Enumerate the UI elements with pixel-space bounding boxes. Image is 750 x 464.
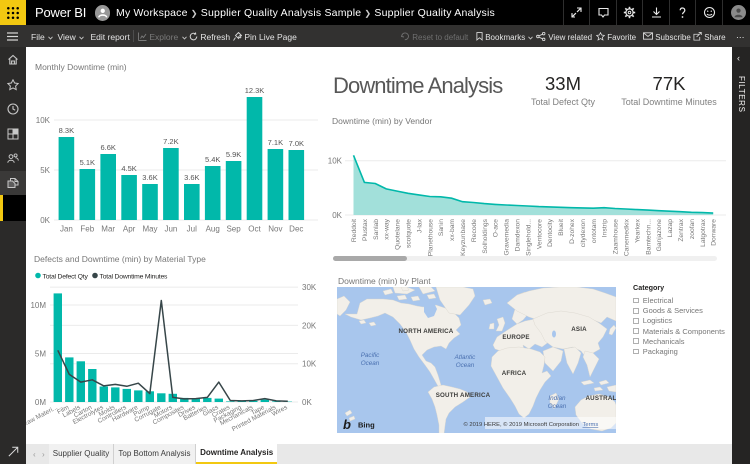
svg-text:10K: 10K (36, 116, 51, 125)
svg-text:SOUTH AMERICA: SOUTH AMERICA (436, 392, 491, 399)
svg-text:10K: 10K (328, 157, 343, 166)
svg-text:b: b (343, 417, 351, 432)
svg-text:Donware: Donware (711, 219, 718, 246)
svg-text:Raw Materi...: Raw Materi... (22, 404, 59, 428)
svg-text:Monthly Downtime (min): Monthly Downtime (min) (35, 62, 127, 72)
svg-text:Plustax: Plustax (362, 218, 369, 241)
svg-text:Quotelane: Quotelane (395, 219, 402, 250)
svg-text:4.5K: 4.5K (121, 164, 136, 173)
svg-text:Pacific: Pacific (361, 352, 380, 359)
svg-text:3.6K: 3.6K (142, 173, 157, 182)
svg-text:12.3K: 12.3K (245, 86, 265, 95)
svg-text:Sep: Sep (226, 225, 241, 234)
svg-text:Singlehold...: Singlehold... (525, 219, 532, 256)
svg-text:7.2K: 7.2K (163, 137, 178, 146)
svg-text:Reddoit: Reddoit (351, 219, 358, 242)
svg-text:Lazap: Lazap (667, 219, 674, 238)
svg-text:Blueit: Blueit (558, 219, 565, 236)
svg-text:6.6K: 6.6K (100, 143, 115, 152)
svg-text:Atlantic: Atlantic (454, 354, 477, 361)
svg-text:AUSTRAL: AUSTRAL (586, 395, 617, 402)
svg-text:Mar: Mar (101, 225, 115, 234)
svg-text:Planethouse: Planethouse (427, 219, 434, 256)
svg-text:Feb: Feb (80, 225, 94, 234)
svg-text:citydexon: citydexon (580, 219, 587, 248)
svg-text:5.1K: 5.1K (80, 158, 95, 167)
svg-text:Total Defect Qty: Total Defect Qty (43, 274, 89, 281)
svg-text:Ocean: Ocean (548, 403, 567, 410)
svg-text:10M: 10M (30, 301, 46, 310)
svg-text:Canemedkix: Canemedkix (624, 218, 631, 256)
svg-text:8.3K: 8.3K (59, 126, 74, 135)
svg-text:Ganjazone: Ganjazone (656, 219, 663, 252)
svg-text:May: May (142, 225, 157, 234)
svg-text:5M: 5M (35, 350, 46, 359)
svg-text:Aug: Aug (206, 225, 220, 234)
svg-text:xx-bam: xx-bam (449, 219, 456, 241)
svg-text:Instrip: Instrip (602, 219, 609, 237)
svg-text:Sanin: Sanin (438, 219, 445, 236)
svg-text:Keyzunbase: Keyzunbase (460, 219, 467, 256)
svg-text:zoofan: zoofan (689, 219, 696, 239)
svg-text:Dentocity: Dentocity (547, 218, 554, 247)
svg-text:Apr: Apr (123, 225, 136, 234)
svg-text:10K: 10K (302, 360, 317, 369)
svg-text:© 2019 HERE, © 2019 Microsoft: © 2019 HERE, © 2019 Microsoft Corporatio… (463, 421, 579, 428)
svg-text:5.9K: 5.9K (226, 150, 241, 159)
svg-text:7.0K: 7.0K (289, 139, 304, 148)
svg-text:ASIA: ASIA (571, 326, 587, 333)
svg-text:Jul: Jul (187, 225, 197, 234)
svg-text:Indian: Indian (548, 395, 566, 402)
svg-text:Downtime (min) by Plant: Downtime (min) by Plant (338, 276, 431, 286)
svg-text:0K: 0K (40, 216, 50, 225)
svg-text:5K: 5K (40, 166, 50, 175)
svg-text:7.1K: 7.1K (268, 138, 283, 147)
svg-text:xx-way: xx-way (384, 218, 391, 239)
svg-text:Downtime (min) by Vendor: Downtime (min) by Vendor (332, 116, 432, 126)
svg-text:Solholdings: Solholdings (482, 218, 489, 253)
svg-text:30K: 30K (302, 283, 317, 292)
svg-text:0K: 0K (332, 211, 342, 220)
svg-text:Damdexon: Damdexon (515, 219, 522, 252)
svg-text:Yearkex: Yearkex (634, 218, 641, 243)
svg-text:3.6K: 3.6K (184, 173, 199, 182)
svg-text:NORTH AMERICA: NORTH AMERICA (399, 328, 454, 335)
svg-text:Zentrax: Zentrax (678, 218, 685, 241)
svg-text:20K: 20K (302, 321, 317, 330)
svg-text:Defects and Downtime (min) by: Defects and Downtime (min) by Material T… (34, 254, 206, 264)
svg-text:O-ace: O-ace (493, 219, 500, 237)
svg-text:AFRICA: AFRICA (502, 370, 527, 377)
svg-text:Dec: Dec (289, 225, 303, 234)
svg-text:J-lax: J-lax (416, 218, 423, 233)
svg-text:0K: 0K (302, 398, 312, 407)
svg-text:Zaamhouse: Zaamhouse (613, 219, 620, 255)
svg-text:Bing: Bing (358, 421, 375, 430)
svg-text:Gravemedia: Gravemedia (504, 219, 511, 256)
svg-text:Ocean: Ocean (456, 362, 475, 369)
svg-text:Total Downtime Minutes: Total Downtime Minutes (100, 274, 169, 281)
svg-text:5.4K: 5.4K (205, 155, 220, 164)
svg-text:Sanlab: Sanlab (373, 219, 380, 240)
svg-text:ontotam: ontotam (591, 219, 598, 244)
svg-text:EUROPE: EUROPE (502, 334, 529, 341)
svg-text:Bamtechn...: Bamtechn... (645, 219, 652, 255)
svg-text:Ventocore: Ventocore (536, 219, 543, 249)
svg-text:Recode: Recode (471, 219, 478, 242)
svg-text:Jan: Jan (60, 225, 73, 234)
svg-text:Oct: Oct (248, 225, 261, 234)
svg-text:Ocean: Ocean (361, 360, 380, 367)
svg-text:Terms: Terms (583, 422, 599, 428)
svg-text:Latgotrax: Latgotrax (700, 218, 707, 247)
svg-text:Jun: Jun (164, 225, 177, 234)
svg-text:scotquote: scotquote (406, 219, 413, 248)
svg-text:D-zohex: D-zohex (569, 218, 576, 244)
svg-text:Nov: Nov (268, 225, 282, 234)
svg-text:0M: 0M (35, 398, 46, 407)
